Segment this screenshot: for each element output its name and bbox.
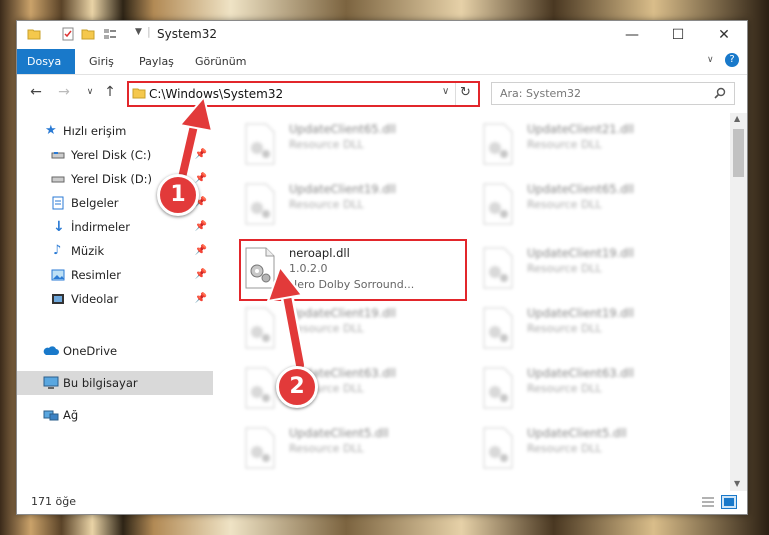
sidebar-item-network[interactable]: Ağ (17, 403, 213, 427)
sidebar-item-downloads[interactable]: ↓ İndirmeler 📌 (17, 215, 213, 239)
file-tile[interactable]: UpdateClient19.dll Resource DLL (480, 301, 700, 355)
sidebar-item-this-pc[interactable]: Bu bilgisayar (17, 371, 213, 395)
window-title: System32 (157, 27, 218, 41)
dll-file-icon (245, 427, 275, 469)
videos-icon (52, 294, 64, 304)
drive-icon (51, 152, 65, 159)
file-tile[interactable]: UpdateClient21.dll Resource DLL (480, 117, 700, 171)
file-tile[interactable]: UpdateClient65.dll Resource DLL (480, 177, 700, 231)
address-dropdown-icon[interactable]: ∨ (442, 86, 449, 97)
search-icon[interactable] (714, 87, 726, 99)
refresh-icon[interactable]: ↻ (460, 85, 471, 100)
search-placeholder: Ara: System32 (500, 87, 582, 100)
step-badge-1: 1 (157, 174, 199, 216)
dll-file-icon (245, 183, 275, 225)
sidebar-item-videos[interactable]: Videolar 📌 (17, 287, 213, 311)
item-count: 171 öğe (31, 495, 76, 508)
folder-icon (27, 29, 41, 40)
tab-view[interactable]: Görünüm (185, 49, 256, 74)
music-icon: ♪ (53, 243, 62, 258)
scroll-up-icon[interactable]: ▲ (734, 114, 740, 123)
step-badge-2: 2 (276, 366, 318, 408)
status-bar: 171 öğe (17, 491, 747, 514)
file-tile[interactable]: UpdateClient19.dll Resource DLL (480, 241, 700, 295)
computer-icon (43, 376, 59, 389)
pin-icon[interactable]: 📌 (195, 269, 207, 280)
scroll-down-icon[interactable]: ▼ (734, 479, 740, 488)
pin-icon[interactable]: 📌 (195, 221, 207, 232)
dll-file-icon (483, 183, 513, 225)
drive-icon (51, 176, 65, 183)
address-divider (455, 83, 456, 105)
file-tile[interactable]: UpdateClient5.dll Resource DLL (242, 421, 462, 475)
up-arrow-icon[interactable]: ↑ (101, 83, 119, 101)
tab-file[interactable]: Dosya (17, 49, 75, 74)
recent-locations-chevron-icon[interactable]: ∨ (81, 83, 99, 101)
dll-file-icon (483, 367, 513, 409)
navigation-bar: ← → ∨ ↑ C:\Windows\System32 ∨ ↻ Ara: Sys… (17, 75, 747, 111)
sidebar-item-music[interactable]: ♪ Müzik 📌 (17, 239, 213, 263)
sidebar-item-onedrive[interactable]: OneDrive (17, 339, 213, 363)
folder-icon (132, 88, 146, 99)
back-arrow-icon[interactable]: ← (27, 83, 45, 101)
dll-file-icon (483, 247, 513, 289)
details-view-icon[interactable] (701, 496, 715, 508)
customize-toolbar-icon[interactable] (103, 27, 117, 41)
title-divider: | (147, 25, 151, 38)
help-button[interactable]: ? (725, 53, 739, 67)
close-button[interactable]: ✕ (701, 21, 747, 49)
maximize-button[interactable]: ☐ (655, 21, 701, 49)
tab-home[interactable]: Giriş (79, 49, 124, 74)
scroll-thumb[interactable] (733, 129, 744, 177)
ribbon-tabs: Dosya Giriş Paylaş Görünüm ∨ ? (17, 49, 747, 75)
pictures-icon (51, 269, 65, 281)
network-icon (43, 410, 59, 421)
annotation-arrow-2 (266, 265, 307, 372)
search-box[interactable]: Ara: System32 (491, 82, 735, 105)
file-tile[interactable]: UpdateClient65.dll Resource DLL (242, 117, 462, 171)
explorer-window: ▼ | System32 — ☐ ✕ Dosya Giriş Paylaş Gö… (16, 20, 748, 515)
vertical-scrollbar[interactable]: ▲ ▼ (730, 113, 747, 491)
pin-icon[interactable]: 📌 (195, 293, 207, 304)
dll-file-icon (483, 307, 513, 349)
properties-icon[interactable] (61, 27, 75, 41)
dll-file-icon (483, 123, 513, 165)
forward-arrow-icon[interactable]: → (55, 83, 73, 101)
pin-icon[interactable]: 📌 (195, 245, 207, 256)
new-folder-icon[interactable] (81, 27, 95, 41)
minimize-button[interactable]: — (609, 21, 655, 49)
file-tile[interactable]: UpdateClient19.dll Resource DLL (242, 177, 462, 231)
title-bar: ▼ | System32 — ☐ ✕ (17, 21, 747, 49)
cloud-icon (43, 346, 59, 355)
expand-ribbon-icon[interactable]: ∨ (707, 55, 714, 65)
tiles-view-icon[interactable] (721, 495, 737, 509)
file-tile[interactable]: UpdateClient5.dll Resource DLL (480, 421, 700, 475)
star-icon: ★ (45, 123, 57, 138)
documents-icon (52, 196, 64, 210)
file-tile[interactable]: UpdateClient63.dll Resource DLL (480, 361, 700, 415)
chevron-down-icon[interactable]: ▼ (135, 27, 142, 37)
dll-file-icon (483, 427, 513, 469)
sidebar-item-pictures[interactable]: Resimler 📌 (17, 263, 213, 287)
dll-file-icon (245, 123, 275, 165)
download-icon: ↓ (53, 219, 65, 235)
tab-share[interactable]: Paylaş (129, 49, 184, 74)
